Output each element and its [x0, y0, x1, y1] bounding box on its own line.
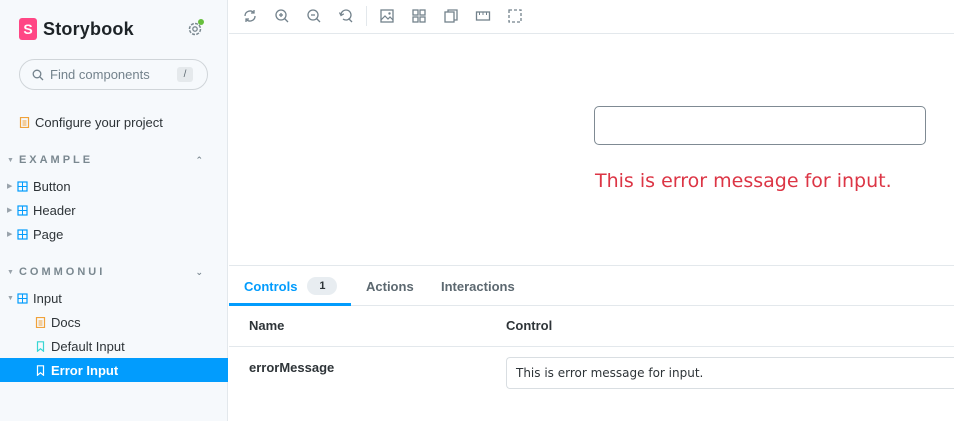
zoom-reset-button[interactable] — [338, 8, 354, 24]
toolbar-divider — [366, 6, 367, 26]
chevron-right-icon: ▶ — [7, 231, 13, 238]
zoom-reset-icon — [338, 9, 353, 23]
sidebar-item-error-input[interactable]: Error Input — [0, 358, 228, 382]
addons-tabs: Controls 1 Actions Interactions — [229, 266, 954, 306]
addons-panel: Controls 1 Actions Interactions Name Con… — [229, 265, 954, 421]
sidebar: S Storybook Find components / Configure … — [0, 0, 228, 421]
sidebar-item-label: Default Input — [51, 338, 125, 354]
update-indicator-dot — [198, 19, 204, 25]
zoom-in-icon — [275, 9, 289, 23]
ruler-icon — [475, 11, 491, 21]
image-icon — [380, 9, 394, 23]
tab-label: Actions — [366, 278, 414, 294]
error-message-control-input[interactable]: This is error message for input. — [506, 357, 954, 389]
chevron-down-icon: ▼ — [7, 268, 14, 276]
tab-actions[interactable]: Actions — [366, 266, 414, 306]
story-text-input[interactable] — [594, 106, 926, 145]
background-button[interactable] — [379, 8, 395, 24]
toolbar — [229, 0, 954, 34]
tab-controls[interactable]: Controls 1 — [244, 266, 338, 306]
tab-label: Controls — [244, 278, 298, 294]
grid-icon — [412, 9, 426, 23]
viewport-icon — [444, 9, 458, 23]
sidebar-item-label: Configure your project — [35, 114, 163, 130]
search-field[interactable]: Find components / — [19, 59, 208, 90]
outline-icon — [508, 9, 522, 23]
tab-label: Interactions — [441, 278, 515, 294]
sidebar-item-label: Error Input — [51, 362, 119, 378]
zoom-out-button[interactable] — [306, 8, 322, 24]
sidebar-item-header[interactable]: ▶ Header — [0, 198, 228, 222]
measure-button[interactable] — [475, 8, 491, 24]
search-icon — [32, 69, 44, 80]
zoom-in-button[interactable] — [274, 8, 290, 24]
sidebar-item-page[interactable]: ▶ Page — [0, 222, 228, 246]
search-shortcut-badge: / — [177, 67, 193, 82]
chevron-right-icon: ▶ — [7, 207, 13, 214]
section-commonui[interactable]: ▼ COMMONUI ⌄ — [7, 264, 217, 280]
sidebar-item-label: Header — [33, 202, 76, 218]
collapse-icon[interactable]: ⌄ — [195, 267, 203, 278]
zoom-out-icon — [307, 9, 321, 23]
sidebar-item-button[interactable]: ▶ Button — [0, 174, 228, 198]
viewport-button[interactable] — [443, 8, 459, 24]
sidebar-item-docs[interactable]: Docs — [0, 310, 228, 334]
sidebar-item-label: Button — [33, 178, 71, 194]
brand-name: Storybook — [43, 18, 134, 39]
sidebar-item-configure[interactable]: Configure your project — [0, 110, 228, 134]
controls-count-badge: 1 — [307, 277, 338, 295]
reload-icon — [244, 10, 256, 22]
sidebar-item-default-input[interactable]: Default Input — [0, 334, 228, 358]
search-input[interactable]: Find components — [50, 67, 177, 82]
bookmark-icon — [36, 340, 45, 352]
section-title: COMMONUI — [18, 266, 106, 278]
component-icon — [17, 292, 28, 304]
document-icon — [19, 116, 30, 128]
component-icon — [17, 204, 28, 216]
chevron-down-icon: ▼ — [7, 294, 14, 302]
active-tab-indicator — [229, 303, 351, 306]
outline-button[interactable] — [507, 8, 523, 24]
storybook-logo-icon: S — [19, 18, 37, 40]
sidebar-item-label: Page — [33, 226, 64, 242]
tab-interactions[interactable]: Interactions — [441, 266, 515, 306]
column-header-name: Name — [249, 318, 285, 333]
chevron-down-icon: ▼ — [7, 156, 14, 164]
section-title: EXAMPLE — [18, 154, 94, 166]
reload-button[interactable] — [242, 8, 258, 24]
prop-name: errorMessage — [249, 360, 335, 375]
component-icon — [17, 228, 28, 240]
document-icon — [35, 316, 46, 328]
story-canvas: This is error message for input. — [229, 34, 954, 265]
sidebar-item-label: Docs — [51, 314, 81, 330]
sidebar-item-label: Input — [33, 290, 62, 306]
grid-button[interactable] — [411, 8, 427, 24]
settings-button[interactable] — [186, 19, 206, 39]
expand-collapse-icon[interactable]: ⌃ — [195, 155, 203, 166]
sidebar-item-input[interactable]: ▼ Input — [0, 286, 228, 310]
component-icon — [17, 180, 28, 192]
section-example[interactable]: ▼ EXAMPLE ⌃ — [7, 152, 217, 168]
error-message: This is error message for input. — [595, 170, 892, 192]
chevron-right-icon: ▶ — [7, 183, 13, 190]
brand[interactable]: S Storybook — [19, 17, 134, 41]
row-divider — [229, 346, 954, 347]
column-header-control: Control — [506, 318, 553, 333]
bookmark-icon — [36, 364, 45, 376]
